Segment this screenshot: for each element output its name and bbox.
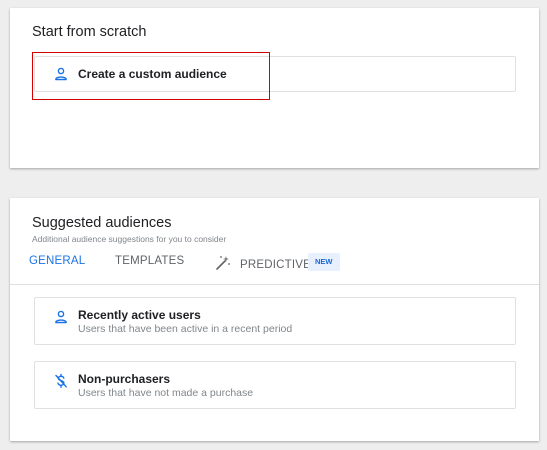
card-subtitle: Additional audience suggestions for you … xyxy=(32,234,227,244)
recently-active-users-description: Users that have been active in a recent … xyxy=(78,323,293,335)
person-icon xyxy=(53,66,69,82)
create-custom-audience-label: Create a custom audience xyxy=(78,67,227,81)
non-purchasers-title: Non-purchasers xyxy=(78,372,171,386)
new-badge: NEW xyxy=(308,253,340,271)
tab-predictive[interactable]: PREDICTIVE xyxy=(215,255,311,274)
tab-general[interactable]: GENERAL xyxy=(29,255,85,267)
recently-active-users-title: Recently active users xyxy=(78,308,201,322)
create-custom-audience-button[interactable]: Create a custom audience xyxy=(34,56,516,92)
no-dollar-icon xyxy=(53,373,69,389)
card-title-start-from-scratch: Start from scratch xyxy=(32,24,147,40)
person-icon xyxy=(53,309,69,325)
non-purchasers-description: Users that have not made a purchase xyxy=(78,387,254,399)
card-title-suggested-audiences: Suggested audiences xyxy=(32,215,172,231)
tab-templates[interactable]: TEMPLATES xyxy=(115,255,184,267)
non-purchasers-item[interactable]: Non-purchasers Users that have not made … xyxy=(34,361,516,409)
recently-active-users-item[interactable]: Recently active users Users that have be… xyxy=(34,297,516,345)
start-from-scratch-card: Start from scratch Create a custom audie… xyxy=(10,8,539,168)
magic-wand-icon xyxy=(215,255,231,274)
tab-predictive-label: PREDICTIVE xyxy=(240,259,312,271)
suggested-audiences-card: Suggested audiences Additional audience … xyxy=(10,198,539,441)
tabs-divider xyxy=(10,284,539,285)
